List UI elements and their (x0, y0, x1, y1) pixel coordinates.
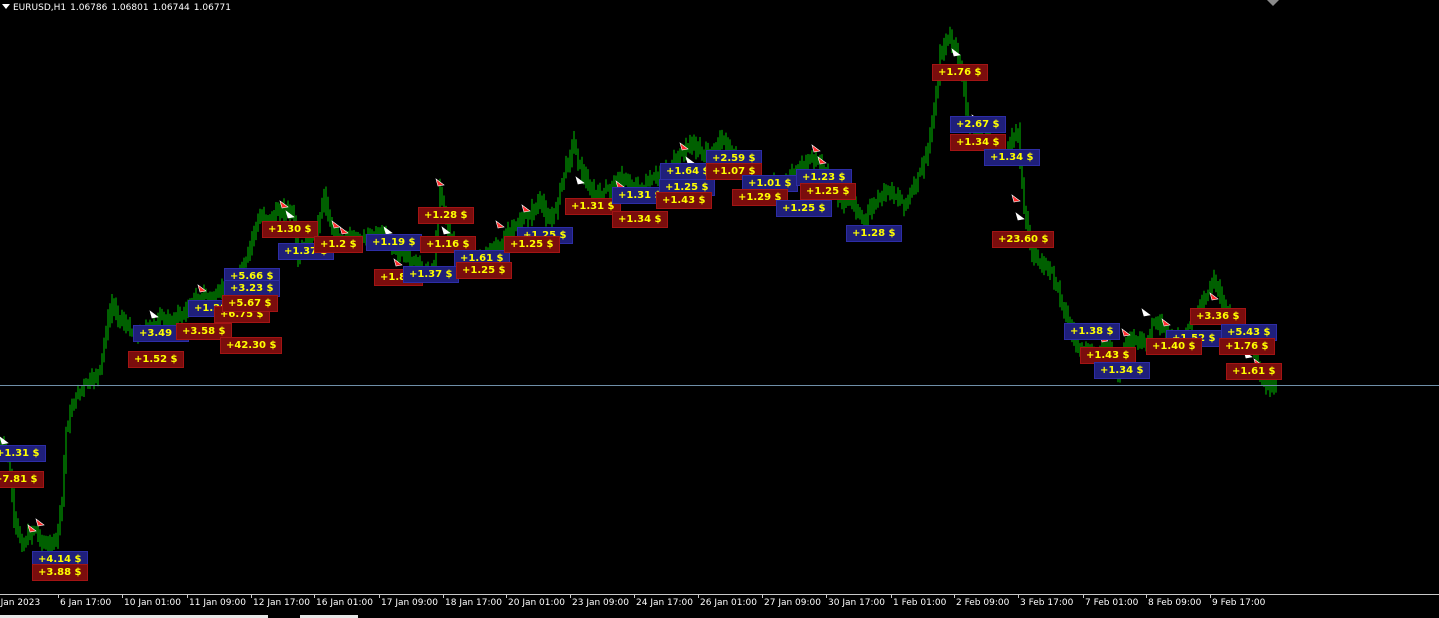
chart-shift-icon[interactable] (1267, 0, 1279, 6)
trade-close-arrow-icon (1161, 318, 1171, 327)
time-axis[interactable]: 5 Jan 2023 6 Jan 17:00 10 Jan 01:00 11 Jan … (0, 595, 1439, 618)
time-tick (506, 595, 507, 598)
time-tick (954, 595, 955, 598)
trade-close-arrow-icon (1209, 292, 1219, 301)
time-label: 9 Feb 17:00 (1212, 598, 1266, 608)
trade-close-arrow-icon (679, 142, 689, 151)
bid-price-line (0, 385, 1439, 386)
symbol-name: EURUSD,H1 (13, 3, 67, 13)
time-tick (187, 595, 188, 598)
trade-close-arrow-icon (197, 284, 207, 293)
time-label: 11 Jan 09:00 (189, 598, 246, 608)
time-label: 8 Feb 09:00 (1148, 598, 1202, 608)
sell-profit-label[interactable]: +7.81 $ (0, 471, 44, 488)
time-label: 12 Jan 17:00 (253, 598, 310, 608)
sell-profit-label[interactable]: +3.88 $ (32, 564, 88, 581)
buy-profit-label[interactable]: +1.37 $ (403, 266, 459, 283)
time-tick (443, 595, 444, 598)
buy-profit-label[interactable]: +1.25 $ (776, 200, 832, 217)
buy-profit-label[interactable]: +1.28 $ (846, 225, 902, 242)
time-label: 5 Jan 2023 (0, 598, 41, 608)
time-tick (58, 595, 59, 598)
time-label: 18 Jan 17:00 (445, 598, 502, 608)
time-label: 7 Feb 01:00 (1085, 598, 1139, 608)
time-tick (570, 595, 571, 598)
candlestick-bars (0, 26, 1277, 558)
sell-profit-label[interactable]: +42.30 $ (220, 337, 283, 354)
sell-profit-label[interactable]: +1.30 $ (262, 221, 318, 238)
trade-close-arrow-icon (1011, 194, 1021, 203)
dropdown-triangle-icon[interactable] (2, 4, 10, 9)
buy-profit-label[interactable]: +2.67 $ (950, 116, 1006, 133)
buy-profit-label[interactable]: +1.19 $ (366, 234, 422, 251)
time-label: 17 Jan 09:00 (381, 598, 438, 608)
sell-profit-label[interactable]: +1.28 $ (418, 207, 474, 224)
trade-open-arrow-icon (575, 176, 585, 185)
time-tick (122, 595, 123, 598)
time-label: 24 Jan 17:00 (636, 598, 693, 608)
sell-profit-label[interactable]: +1.25 $ (504, 236, 560, 253)
time-tick (698, 595, 699, 598)
trade-open-arrow-icon (1141, 308, 1151, 317)
trade-close-arrow-icon (811, 144, 821, 153)
buy-profit-label[interactable]: +1.31 $ (0, 445, 46, 462)
trade-close-arrow-icon (35, 518, 45, 527)
sell-profit-label[interactable]: +1.61 $ (1226, 363, 1282, 380)
sell-profit-label[interactable]: +1.25 $ (800, 183, 856, 200)
time-label: 27 Jan 09:00 (764, 598, 821, 608)
time-tick (314, 595, 315, 598)
time-label: 20 Jan 01:00 (508, 598, 565, 608)
buy-profit-label[interactable]: +1.38 $ (1064, 323, 1120, 340)
sell-profit-label[interactable]: +1.25 $ (456, 262, 512, 279)
trade-open-arrow-icon (1015, 212, 1025, 221)
time-tick (1083, 595, 1084, 598)
sell-profit-label[interactable]: +1.2 $ (314, 236, 363, 253)
time-label: 23 Jan 09:00 (572, 598, 629, 608)
time-tick (762, 595, 763, 598)
time-label: 2 Feb 09:00 (956, 598, 1010, 608)
trade-close-arrow-icon (339, 226, 349, 235)
time-label: 3 Feb 17:00 (1020, 598, 1074, 608)
sell-profit-label[interactable]: +1.52 $ (128, 351, 184, 368)
open-price: 1.06786 (70, 3, 108, 13)
trade-markers (0, 48, 1263, 533)
sell-profit-label[interactable]: +1.40 $ (1146, 338, 1202, 355)
time-tick (891, 595, 892, 598)
time-label: 26 Jan 01:00 (700, 598, 757, 608)
sell-profit-label[interactable]: +23.60 $ (992, 231, 1055, 248)
symbol-header[interactable]: EURUSD,H1 1.06786 1.06801 1.06744 1.06771 (2, 2, 235, 14)
close-price: 1.06771 (193, 3, 231, 13)
sell-profit-label[interactable]: +1.34 $ (612, 211, 668, 228)
sell-profit-label[interactable]: +1.76 $ (932, 64, 988, 81)
trade-open-arrow-icon (149, 310, 159, 319)
low-price: 1.06744 (152, 3, 190, 13)
time-tick (826, 595, 827, 598)
buy-profit-label[interactable]: +1.34 $ (984, 149, 1040, 166)
time-label: 1 Feb 01:00 (893, 598, 947, 608)
trade-open-arrow-icon (383, 226, 393, 235)
time-label: 10 Jan 01:00 (124, 598, 181, 608)
sell-profit-label[interactable]: +1.43 $ (656, 192, 712, 209)
time-label: 6 Jan 17:00 (60, 598, 112, 608)
time-tick (634, 595, 635, 598)
high-price: 1.06801 (111, 3, 149, 13)
trade-close-arrow-icon (1121, 328, 1131, 337)
trade-close-arrow-icon (495, 220, 505, 229)
time-tick (1210, 595, 1211, 598)
sell-profit-label[interactable]: +5.67 $ (222, 295, 278, 312)
trade-close-arrow-icon (331, 220, 341, 229)
buy-profit-label[interactable]: +1.34 $ (1094, 362, 1150, 379)
trade-open-arrow-icon (441, 226, 451, 235)
sell-profit-label[interactable]: +1.76 $ (1219, 338, 1275, 355)
time-tick (1146, 595, 1147, 598)
time-label: 30 Jan 17:00 (828, 598, 885, 608)
time-tick (1018, 595, 1019, 598)
sell-profit-label[interactable]: +3.36 $ (1190, 308, 1246, 325)
time-label: 16 Jan 01:00 (316, 598, 373, 608)
trade-close-arrow-icon (521, 204, 531, 213)
time-tick (251, 595, 252, 598)
time-tick (379, 595, 380, 598)
